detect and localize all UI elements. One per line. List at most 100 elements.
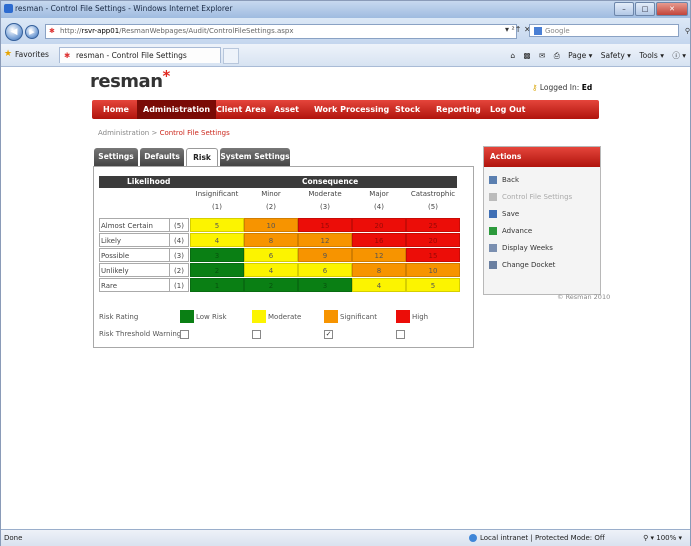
action-label: Back [502, 176, 519, 184]
risk-cell[interactable]: 4 [244, 263, 298, 277]
print-icon[interactable]: ⎙ [554, 51, 560, 60]
title-bar: resman - Control File Settings - Windows… [1, 1, 690, 18]
favorites-button[interactable]: Favorites [15, 50, 49, 59]
risk-swatch[interactable] [324, 310, 338, 323]
risk-cell[interactable]: 16 [352, 233, 406, 247]
breadcrumb-current: Control File Settings [159, 129, 230, 137]
risk-cell[interactable]: 4 [190, 233, 244, 247]
risk-cell[interactable]: 5 [190, 218, 244, 232]
forward-icon[interactable]: ▶ [25, 25, 39, 39]
action-item[interactable]: Display Weeks [489, 244, 553, 252]
action-item[interactable]: Change Docket [489, 261, 555, 269]
action-item[interactable]: Back [489, 176, 519, 184]
feeds-icon[interactable]: ▩ [524, 51, 531, 60]
risk-cell[interactable]: 12 [352, 248, 406, 262]
tab-defaults[interactable]: Defaults [140, 148, 184, 166]
threshold-checkbox[interactable] [252, 330, 261, 339]
likelihood-label: Possible [99, 248, 169, 262]
nav-asset[interactable]: Asset [274, 100, 299, 119]
logo-mark: * [162, 67, 171, 85]
matrix-header: Likelihood Consequence [99, 176, 457, 188]
risk-cell[interactable]: 25 [406, 218, 460, 232]
risk-cell[interactable]: 15 [406, 248, 460, 262]
risk-cell[interactable]: 12 [298, 233, 352, 247]
zoom-control[interactable]: ⚲ ▾ 100% ▾ [643, 534, 682, 542]
close-button[interactable]: ✕ [656, 2, 688, 16]
risk-swatch[interactable] [396, 310, 410, 323]
nav-log-out[interactable]: Log Out [490, 100, 525, 119]
google-icon [534, 27, 542, 35]
advance-icon [489, 227, 497, 235]
minimize-button[interactable]: – [614, 2, 634, 16]
consequence-number: (3) [320, 203, 330, 211]
page-menu[interactable]: Page ▾ [568, 51, 592, 60]
help-menu[interactable]: ⓘ ▾ [672, 51, 686, 60]
risk-cell[interactable]: 8 [244, 233, 298, 247]
risk-cell[interactable]: 15 [298, 218, 352, 232]
likelihood-label: Rare [99, 278, 169, 292]
back-icon [489, 176, 497, 184]
consequence-number: (4) [374, 203, 384, 211]
favorites-star-icon[interactable]: ★ [4, 49, 12, 59]
risk-cell[interactable]: 6 [244, 248, 298, 262]
risk-cell[interactable]: 4 [352, 278, 406, 292]
risk-swatch[interactable] [180, 310, 194, 323]
risk-swatch[interactable] [252, 310, 266, 323]
threshold-checkbox[interactable] [180, 330, 189, 339]
tab-system-settings[interactable]: System Settings [220, 148, 290, 166]
action-item[interactable]: Advance [489, 227, 532, 235]
risk-cell[interactable]: 10 [244, 218, 298, 232]
risk-cell[interactable]: 5 [406, 278, 460, 292]
logged-in-label: Logged In: [539, 83, 580, 92]
risk-cell[interactable]: 9 [298, 248, 352, 262]
tab-settings[interactable]: Settings [94, 148, 138, 166]
nav-reporting[interactable]: Reporting [436, 100, 481, 119]
mail-icon[interactable]: ✉ [539, 51, 545, 60]
nav-work-processing[interactable]: Work Processing [314, 100, 389, 119]
risk-cell[interactable]: 20 [406, 233, 460, 247]
tab-risk[interactable]: Risk [186, 148, 218, 168]
logged-in-user: Ed [581, 83, 593, 92]
nav-administration[interactable]: Administration [137, 100, 217, 119]
risk-cell[interactable]: 10 [406, 263, 460, 277]
url-field[interactable]: ✱ http://rsvr-app01/ResmanWebpages/Audit… [45, 24, 517, 39]
action-item[interactable]: Save [489, 210, 519, 218]
safety-menu[interactable]: Safety ▾ [601, 51, 631, 60]
risk-cell[interactable]: 3 [190, 248, 244, 262]
risk-cell[interactable]: 2 [190, 263, 244, 277]
risk-cell[interactable]: 8 [352, 263, 406, 277]
risk-cell[interactable]: 6 [298, 263, 352, 277]
tools-menu[interactable]: Tools ▾ [639, 51, 664, 60]
risk-level-label: Low Risk [196, 313, 227, 321]
refresh-stop-controls[interactable]: ▾ ²↑ ✕ [505, 25, 531, 34]
threshold-checkbox[interactable] [396, 330, 405, 339]
risk-cell[interactable]: 2 [244, 278, 298, 292]
nav-stock[interactable]: Stock [395, 100, 420, 119]
action-item: Control File Settings [489, 193, 572, 201]
home-icon[interactable]: ⌂ [510, 51, 515, 60]
back-icon[interactable]: ◀ [5, 23, 23, 41]
breadcrumb-separator: > [149, 129, 160, 137]
search-input[interactable]: Google ⚲ [529, 24, 690, 37]
resman-logo: resman* [90, 67, 170, 92]
command-bar: ⌂ ▩ ✉ ⎙ Page ▾ Safety ▾ Tools ▾ ⓘ ▾ [504, 50, 686, 61]
nav-client-area[interactable]: Client Area [216, 100, 266, 119]
maximize-button[interactable]: □ [635, 2, 655, 16]
threshold-checkbox[interactable]: ✓ [324, 330, 333, 339]
status-bar: Done Local intranet | Protected Mode: Of… [1, 529, 690, 546]
security-zone[interactable]: Local intranet | Protected Mode: Off [469, 534, 605, 542]
new-tab-button[interactable] [223, 48, 239, 64]
search-icon[interactable]: ⚲ [685, 25, 690, 38]
breadcrumb: Administration > Control File Settings [98, 129, 230, 137]
url-path: /ResmanWebpages/Audit/ControlFileSetting… [119, 27, 294, 35]
browser-tab[interactable]: ✱ resman - Control File Settings [59, 47, 221, 63]
site-favicon-icon: ✱ [49, 27, 55, 35]
risk-cell[interactable]: 3 [298, 278, 352, 292]
risk-cell[interactable]: 20 [352, 218, 406, 232]
nav-home[interactable]: Home [103, 100, 129, 119]
search-placeholder: Google [545, 27, 570, 35]
logged-in-info: ⚷ Logged In: Ed [532, 83, 592, 92]
breadcrumb-parent[interactable]: Administration [98, 129, 149, 137]
risk-cell[interactable]: 1 [190, 278, 244, 292]
save-icon [489, 210, 497, 218]
